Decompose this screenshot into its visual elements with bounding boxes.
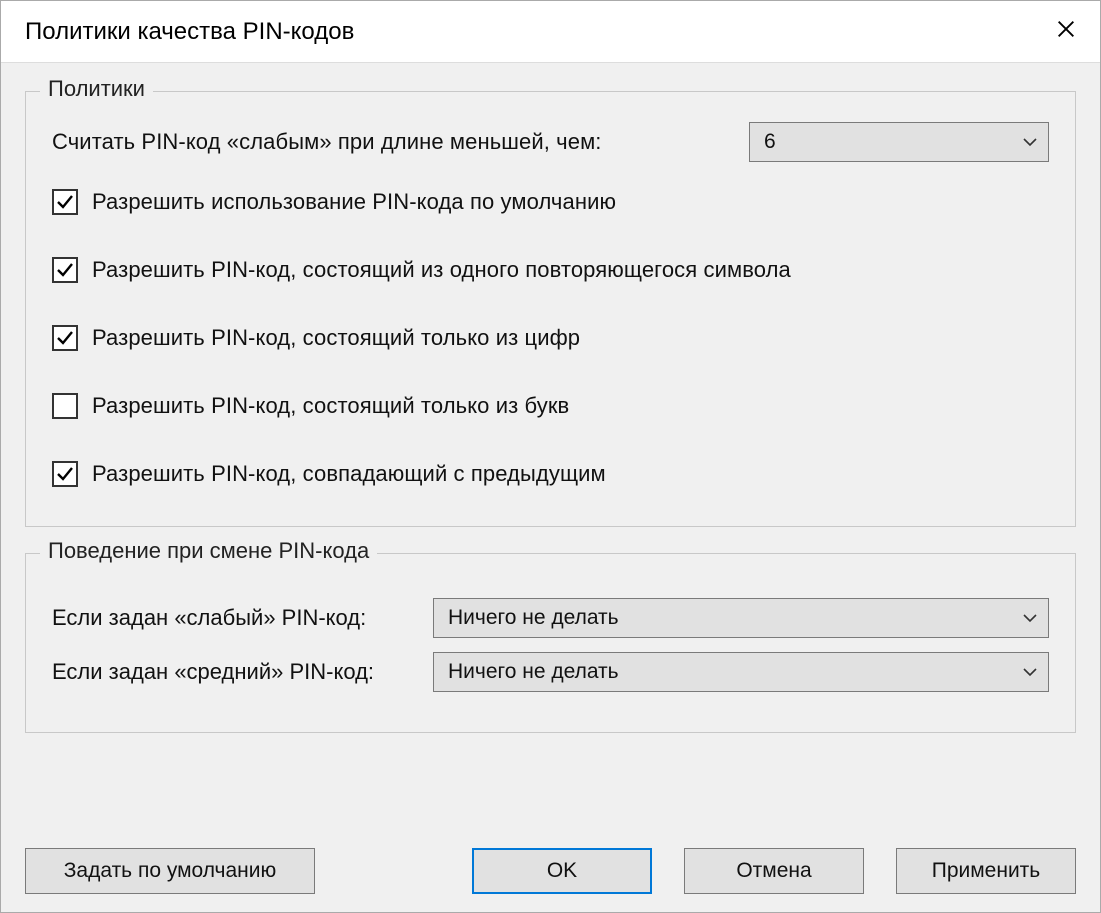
checkbox-row-allow-same-as-prev: Разрешить PIN-код, совпадающий с предыду… — [52, 454, 1049, 494]
checkbox-label: Разрешить PIN-код, состоящий только из ц… — [92, 325, 580, 351]
behavior-weak-label: Если задан «слабый» PIN-код: — [52, 605, 366, 631]
cancel-button[interactable]: Отмена — [684, 848, 864, 894]
checkbox-allow-letters-only[interactable] — [52, 393, 78, 419]
weak-length-value: 6 — [764, 130, 776, 154]
checkbox-label: Разрешить PIN-код, состоящий только из б… — [92, 393, 569, 419]
checkbox-allow-default[interactable] — [52, 189, 78, 215]
policies-legend: Политики — [40, 76, 153, 102]
apply-button[interactable]: Применить — [896, 848, 1076, 894]
behavior-weak-select[interactable]: Ничего не делать — [433, 598, 1049, 638]
weak-length-label: Считать PIN-код «слабым» при длине меньш… — [52, 129, 602, 155]
close-icon — [1055, 18, 1077, 46]
dialog-body: Политики Считать PIN-код «слабым» при дл… — [1, 63, 1100, 912]
behavior-medium-select[interactable]: Ничего не делать — [433, 652, 1049, 692]
button-label: OK — [547, 859, 577, 883]
button-label: Задать по умолчанию — [64, 859, 277, 883]
checkbox-row-allow-letters-only: Разрешить PIN-код, состоящий только из б… — [52, 386, 1049, 426]
button-label: Применить — [932, 859, 1041, 883]
checkbox-allow-same-as-prev[interactable] — [52, 461, 78, 487]
checkbox-row-allow-default: Разрешить использование PIN-кода по умол… — [52, 182, 1049, 222]
close-button[interactable] — [1046, 12, 1086, 52]
chevron-down-icon — [1022, 610, 1038, 626]
dialog-title: Политики качества PIN-кодов — [25, 18, 354, 46]
behavior-fieldset: Поведение при смене PIN-кода Если задан … — [25, 553, 1076, 733]
behavior-medium-label: Если задан «средний» PIN-код: — [52, 659, 374, 685]
behavior-weak-value: Ничего не делать — [448, 606, 619, 630]
checkbox-allow-repeating[interactable] — [52, 257, 78, 283]
ok-button[interactable]: OK — [472, 848, 652, 894]
behavior-medium-row: Если задан «средний» PIN-код: Ничего не … — [52, 652, 1049, 692]
checkbox-row-allow-repeating: Разрешить PIN-код, состоящий из одного п… — [52, 250, 1049, 290]
behavior-weak-row: Если задан «слабый» PIN-код: Ничего не д… — [52, 598, 1049, 638]
checkbox-label: Разрешить PIN-код, совпадающий с предыду… — [92, 461, 606, 487]
dialog-footer: Задать по умолчанию OK Отмена Применить — [25, 842, 1076, 894]
button-label: Отмена — [736, 859, 811, 883]
chevron-down-icon — [1022, 664, 1038, 680]
weak-length-select[interactable]: 6 — [749, 122, 1049, 162]
chevron-down-icon — [1022, 134, 1038, 150]
pin-policy-dialog: Политики качества PIN-кодов Политики Счи… — [0, 0, 1101, 913]
set-default-button[interactable]: Задать по умолчанию — [25, 848, 315, 894]
titlebar: Политики качества PIN-кодов — [1, 1, 1100, 63]
policies-fieldset: Политики Считать PIN-код «слабым» при дл… — [25, 91, 1076, 527]
behavior-legend: Поведение при смене PIN-кода — [40, 538, 377, 564]
checkbox-allow-digits-only[interactable] — [52, 325, 78, 351]
behavior-medium-value: Ничего не делать — [448, 660, 619, 684]
weak-length-row: Считать PIN-код «слабым» при длине меньш… — [52, 122, 1049, 162]
checkbox-label: Разрешить PIN-код, состоящий из одного п… — [92, 257, 791, 283]
checkbox-label: Разрешить использование PIN-кода по умол… — [92, 189, 616, 215]
checkbox-row-allow-digits-only: Разрешить PIN-код, состоящий только из ц… — [52, 318, 1049, 358]
